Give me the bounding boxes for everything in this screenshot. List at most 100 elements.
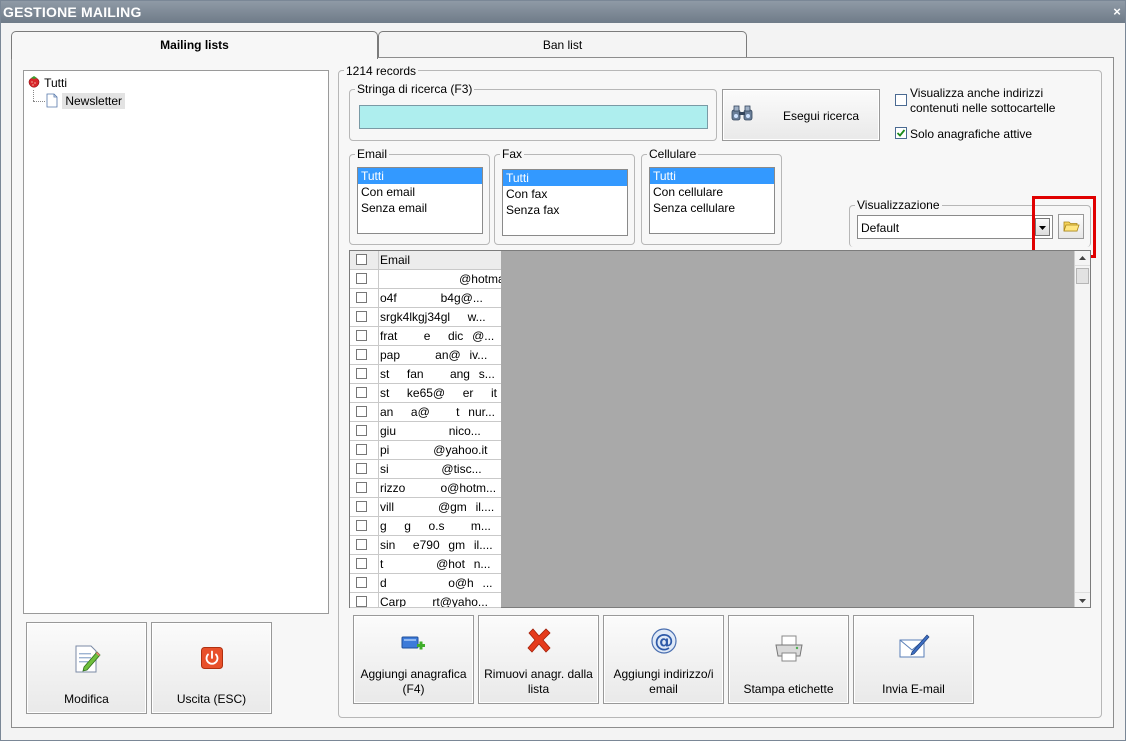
table-row[interactable]: ⠀⠀⠀⠀⠀⠀⠀⠀⠀@hotmail.c... [350,270,501,289]
tree-child-label: Newsletter [62,93,126,109]
table-row[interactable]: vill⠀⠀⠀⠀⠀@gm⠀il.... [350,498,501,517]
binoculars-icon [731,105,753,121]
email-cell[interactable]: Carp⠀⠀⠀rt@yaho... [378,593,501,607]
window-title: GESTIONE MAILING [3,4,142,20]
table-row[interactable]: rizzo⠀⠀⠀⠀o@hotm... [350,479,501,498]
list-item[interactable]: Senza fax [503,202,627,218]
email-cell[interactable]: sin⠀⠀e790⠀gm⠀il.... [378,536,501,555]
email-cell[interactable]: vill⠀⠀⠀⠀⠀@gm⠀il.... [378,498,501,517]
table-row[interactable]: srgk4lkgj34gl⠀⠀w... [350,308,501,327]
tab-mailing-lists[interactable]: Mailing lists [11,31,378,59]
table-row[interactable]: st⠀⠀ke65@⠀⠀er⠀⠀it [350,384,501,403]
list-item[interactable]: Senza cellulare [650,200,774,216]
invia-email-button[interactable]: Invia E-mail [853,615,974,704]
row-checkbox[interactable] [356,501,367,512]
row-checkbox[interactable] [356,577,367,588]
modifica-button[interactable]: Modifica [26,622,147,714]
search-input[interactable] [359,105,708,129]
fax-filter-list[interactable]: Tutti Con fax Senza fax [502,169,628,236]
table-row[interactable]: Carp⠀⠀⠀rt@yaho... [350,593,501,608]
email-cell[interactable]: st⠀⠀fan⠀⠀⠀ang⠀s... [378,365,501,384]
modifica-label: Modifica [64,692,109,706]
add-contact-icon [401,636,425,650]
scroll-down-icon[interactable] [1075,592,1090,607]
row-checkbox[interactable] [356,292,367,303]
select-all-checkbox[interactable] [356,254,367,265]
vertical-scrollbar[interactable] [1074,251,1090,607]
email-cell[interactable]: si⠀⠀⠀⠀⠀⠀@tisc... [378,460,501,479]
row-checkbox[interactable] [356,444,367,455]
row-checkbox[interactable] [356,273,367,284]
email-grid[interactable]: Email ⠀⠀⠀⠀⠀⠀⠀⠀⠀@hotmail.c... o4f⠀⠀⠀⠀⠀b4g… [349,250,1091,608]
table-row[interactable]: d⠀⠀⠀⠀⠀⠀⠀o@h⠀... [350,574,501,593]
rimuovi-anagrafica-label: Rimuovi anagr. dalla lista [484,667,593,696]
column-header-email[interactable]: Email [378,251,501,270]
esegui-ricerca-button[interactable]: Esegui ricerca [722,89,880,141]
uscita-button[interactable]: Uscita (ESC) [151,622,272,714]
table-row[interactable]: an⠀⠀a@⠀⠀⠀t⠀nur... [350,403,501,422]
table-row[interactable]: g⠀⠀g⠀⠀o.s⠀⠀⠀m... [350,517,501,536]
email-cell[interactable]: an⠀⠀a@⠀⠀⠀t⠀nur... [378,403,501,422]
row-checkbox[interactable] [356,539,367,550]
table-row[interactable]: pap⠀⠀⠀⠀an@⠀iv... [350,346,501,365]
table-row[interactable]: pi⠀⠀⠀⠀⠀@yahoo.it [350,441,501,460]
row-checkbox[interactable] [356,349,367,360]
email-cell[interactable]: pi⠀⠀⠀⠀⠀@yahoo.it [378,441,501,460]
table-row[interactable]: sin⠀⠀e790⠀gm⠀il.... [350,536,501,555]
highlight-box [1032,196,1096,258]
rimuovi-anagrafica-button[interactable]: Rimuovi anagr. dalla lista [478,615,599,704]
row-checkbox[interactable] [356,425,367,436]
table-row[interactable]: o4f⠀⠀⠀⠀⠀b4g@... [350,289,501,308]
aggiungi-email-button[interactable]: @ Aggiungi indirizzo/i email [603,615,724,704]
row-checkbox[interactable] [356,520,367,531]
tree-item-newsletter[interactable]: Newsletter [45,93,126,109]
email-cell[interactable]: st⠀⠀ke65@⠀⠀er⠀⠀it [378,384,501,403]
row-checkbox[interactable] [356,368,367,379]
list-item[interactable]: Tutti [503,170,627,186]
row-checkbox[interactable] [356,406,367,417]
email-cell[interactable]: o4f⠀⠀⠀⠀⠀b4g@... [378,289,501,308]
cellulare-filter-list[interactable]: Tutti Con cellulare Senza cellulare [649,167,775,234]
close-icon[interactable]: × [1113,1,1121,23]
row-checkbox[interactable] [356,596,367,607]
tree-item-tutti[interactable]: Tutti [27,75,67,90]
active-only-checkbox[interactable] [895,127,907,139]
email-cell[interactable]: rizzo⠀⠀⠀⠀o@hotm... [378,479,501,498]
email-cell[interactable]: d⠀⠀⠀⠀⠀⠀⠀o@h⠀... [378,574,501,593]
email-cell[interactable]: frat⠀⠀⠀e⠀⠀dic⠀@... [378,327,501,346]
email-cell[interactable]: giu⠀⠀⠀⠀⠀⠀nico... [378,422,501,441]
cellulare-filter-label: Cellulare [647,147,699,161]
mailing-list-tree[interactable]: Tutti Newsletter [23,70,329,614]
table-row[interactable]: si⠀⠀⠀⠀⠀⠀@tisc... [350,460,501,479]
email-cell[interactable]: srgk4lkgj34gl⠀⠀w... [378,308,501,327]
email-cell[interactable]: pap⠀⠀⠀⠀an@⠀iv... [378,346,501,365]
view-select[interactable]: Default [857,215,1053,239]
list-item[interactable]: Senza email [358,200,482,216]
scroll-up-icon[interactable] [1075,251,1090,266]
tab-ban-list[interactable]: Ban list [378,31,747,58]
email-filter-list[interactable]: Tutti Con email Senza email [357,167,483,234]
list-item[interactable]: Tutti [358,168,482,184]
aggiungi-anagrafica-button[interactable]: Aggiungi anagrafica (F4) [353,615,474,704]
row-checkbox[interactable] [356,558,367,569]
list-item[interactable]: Con email [358,184,482,200]
row-checkbox[interactable] [356,463,367,474]
aggiungi-email-label: Aggiungi indirizzo/i email [613,667,714,696]
list-item[interactable]: Con fax [503,186,627,202]
table-row[interactable]: t⠀⠀⠀⠀⠀⠀@hot⠀n... [350,555,501,574]
subfolders-checkbox[interactable] [895,94,907,106]
scroll-thumb[interactable] [1076,268,1089,284]
row-checkbox[interactable] [356,311,367,322]
row-checkbox[interactable] [356,482,367,493]
row-checkbox[interactable] [356,330,367,341]
email-cell[interactable]: t⠀⠀⠀⠀⠀⠀@hot⠀n... [378,555,501,574]
email-cell[interactable]: g⠀⠀g⠀⠀o.s⠀⠀⠀m... [378,517,501,536]
table-row[interactable]: giu⠀⠀⠀⠀⠀⠀nico... [350,422,501,441]
stampa-etichette-button[interactable]: Stampa etichette [728,615,849,704]
table-row[interactable]: frat⠀⠀⠀e⠀⠀dic⠀@... [350,327,501,346]
row-checkbox[interactable] [356,387,367,398]
table-row[interactable]: st⠀⠀fan⠀⠀⠀ang⠀s... [350,365,501,384]
list-item[interactable]: Tutti [650,168,774,184]
list-item[interactable]: Con cellulare [650,184,774,200]
email-cell[interactable]: ⠀⠀⠀⠀⠀⠀⠀⠀⠀@hotmail.c... [378,270,501,289]
